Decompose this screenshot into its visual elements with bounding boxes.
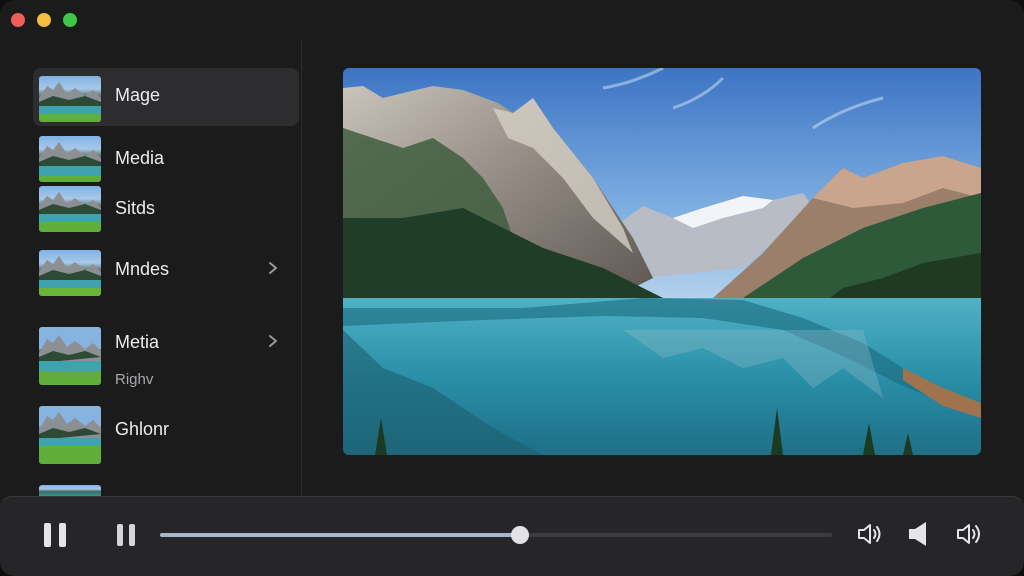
sidebar-item-metia[interactable]: Metia Righv: [33, 318, 299, 392]
seek-bar-progress: [160, 533, 521, 537]
minimize-window-button[interactable]: [37, 13, 51, 27]
sidebar-item-mndes[interactable]: Mndes: [33, 240, 299, 298]
mountain-lake-thumbnail: [39, 76, 101, 122]
sidebar-item-label: Mage: [115, 85, 161, 105]
main-image-viewer: [343, 68, 981, 455]
chevron-right-icon: [269, 262, 277, 274]
sidebar-item-mage[interactable]: Mage: [33, 68, 299, 126]
volume-low-icon[interactable]: [854, 519, 884, 549]
chevron-right-icon: [269, 335, 277, 347]
sidebar-item-partial[interactable]: [33, 480, 299, 496]
mountain-lake-thumbnail: [39, 186, 101, 232]
sidebar-item-ghlonr[interactable]: Ghlonr: [33, 400, 299, 466]
speaker-icon[interactable]: [904, 519, 934, 549]
sidebar-item-label: Ghlonr: [115, 419, 170, 439]
volume-high-icon[interactable]: [954, 519, 984, 549]
sidebar-item-sitds[interactable]: Sitds: [33, 180, 299, 238]
pause-icon[interactable]: [114, 521, 140, 549]
sidebar: Mage Media Sitds Mndes Metia Righv Ghlon…: [0, 40, 302, 496]
sidebar-item-sublabel: Righv: [115, 371, 154, 388]
app-window: Mage Media Sitds Mndes Metia Righv Ghlon…: [0, 0, 1024, 576]
seek-bar-handle[interactable]: [511, 526, 530, 544]
mountain-lake-thumbnail: [39, 250, 101, 296]
maximize-window-button[interactable]: [63, 13, 77, 27]
mountain-lake-thumbnail: [39, 327, 101, 385]
mountain-lake-thumbnail: [39, 406, 101, 464]
play-pause-icon[interactable]: [40, 519, 72, 551]
title-bar: [0, 0, 1024, 40]
mountain-lake-landscape: [343, 68, 981, 455]
mountain-lake-thumbnail: [39, 136, 101, 182]
sidebar-item-label: Media: [115, 148, 165, 168]
sidebar-item-label: Sitds: [115, 198, 156, 218]
sidebar-item-label: Mndes: [115, 259, 170, 279]
close-window-button[interactable]: [11, 13, 25, 27]
seek-bar[interactable]: [160, 526, 832, 544]
playback-controls: [0, 496, 1024, 576]
mountain-lake-thumbnail: [39, 485, 101, 496]
sidebar-item-label: Metia: [115, 332, 160, 352]
